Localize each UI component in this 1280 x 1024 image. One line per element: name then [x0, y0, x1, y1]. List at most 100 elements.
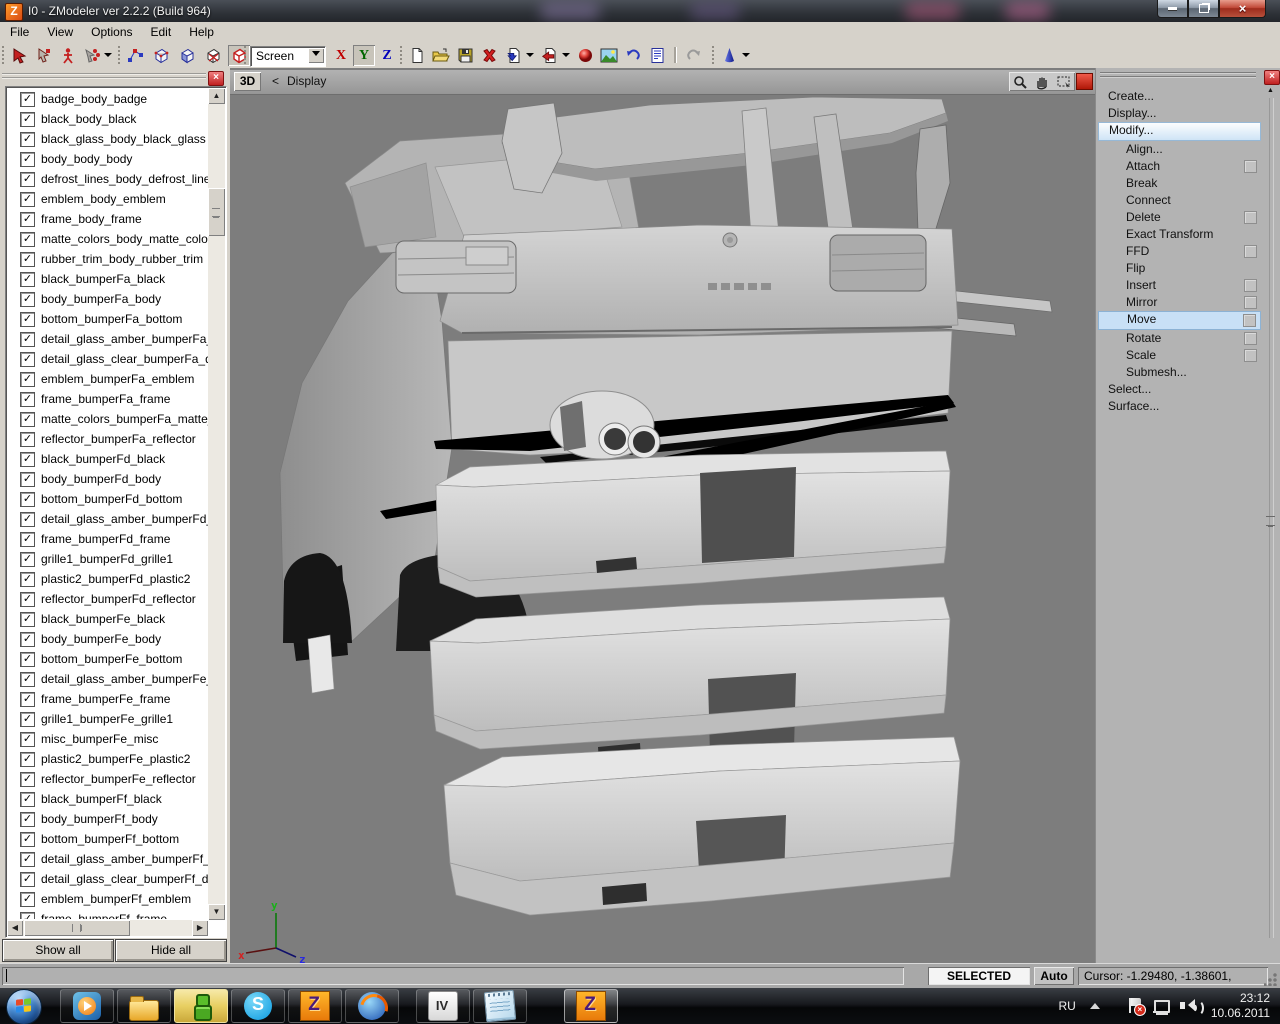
item-checkbox[interactable]: ✓ — [20, 192, 35, 207]
item-checkbox[interactable]: ✓ — [20, 612, 35, 627]
list-item[interactable]: ✓black_body_black — [8, 109, 208, 129]
view-mode-button[interactable]: 3D — [234, 72, 261, 91]
item-checkbox[interactable]: ✓ — [20, 832, 35, 847]
item-checkbox[interactable]: ✓ — [20, 632, 35, 647]
volume-icon[interactable] — [1180, 997, 1198, 1015]
item-checkbox[interactable]: ✓ — [20, 112, 35, 127]
panel-grip[interactable] — [1100, 72, 1256, 82]
restore-button[interactable] — [1188, 0, 1219, 18]
polygons-mode-icon[interactable] — [202, 45, 224, 66]
scroll-right-icon[interactable]: ▶ — [192, 920, 208, 936]
list-item[interactable]: ✓reflector_bumperFd_reflector — [8, 589, 208, 609]
hide-all-button[interactable]: Hide all — [115, 939, 227, 962]
list-item[interactable]: ✓frame_bumperFf_frame — [8, 909, 208, 919]
taskbar-button-skype[interactable] — [231, 989, 285, 1023]
screen-mode-select[interactable]: Screen — [250, 46, 326, 67]
axis-z-button[interactable]: Z — [376, 45, 398, 66]
select-dropdown-caret[interactable] — [104, 53, 112, 61]
list-item[interactable]: ✓bottom_bumperFd_bottom — [8, 489, 208, 509]
toolbar-grip[interactable] — [712, 46, 717, 64]
taskbar-button-zmodeler[interactable] — [288, 989, 342, 1023]
start-button[interactable] — [6, 989, 42, 1024]
list-item[interactable]: ✓body_bumperFa_body — [8, 289, 208, 309]
menu-item-checkbox[interactable] — [1244, 332, 1257, 345]
window-titlebar[interactable]: Z I0 - ZModeler ver 2.2.2 (Build 964) × — [0, 0, 1280, 22]
taskbar-button-firefox[interactable] — [345, 989, 399, 1023]
filter-cone-icon[interactable] — [718, 45, 740, 66]
menu-item-display[interactable]: Display... — [1098, 105, 1261, 122]
toolbar-grip[interactable] — [118, 46, 123, 64]
list-item[interactable]: ✓body_body_body — [8, 149, 208, 169]
taskbar-button-qip[interactable] — [174, 989, 228, 1023]
taskbar-button-irfanview[interactable] — [416, 989, 470, 1023]
list-item[interactable]: ✓body_bumperFf_body — [8, 809, 208, 829]
zoom-icon[interactable] — [1012, 74, 1028, 90]
menu-item-checkbox[interactable] — [1244, 211, 1257, 224]
select-bone-icon[interactable] — [80, 45, 102, 66]
item-checkbox[interactable]: ✓ — [20, 272, 35, 287]
toolbar-grip[interactable] — [400, 46, 405, 64]
item-checkbox[interactable]: ✓ — [20, 772, 35, 787]
item-checkbox[interactable]: ✓ — [20, 472, 35, 487]
list-item[interactable]: ✓grille1_bumperFe_grille1 — [8, 709, 208, 729]
list-item[interactable]: ✓bottom_bumperFf_bottom — [8, 829, 208, 849]
scroll-grip-icon[interactable] — [1266, 516, 1275, 526]
edges-mode-icon[interactable] — [150, 45, 172, 66]
list-item[interactable]: ✓detail_glass_amber_bumperFf_de — [8, 849, 208, 869]
list-item[interactable]: ✓badge_body_badge — [8, 89, 208, 109]
export-dropdown-caret[interactable] — [562, 53, 570, 61]
select-arrow-icon[interactable] — [8, 45, 30, 66]
scroll-down-icon[interactable]: ▼ — [208, 904, 225, 920]
taskbar-button-explorer[interactable] — [117, 989, 171, 1023]
commands-panel-scrollbar[interactable]: × ▲ — [1262, 68, 1280, 963]
axis-y-button[interactable]: Y — [353, 45, 375, 66]
view-back-arrow[interactable]: < — [272, 74, 279, 88]
show-all-button[interactable]: Show all — [2, 939, 114, 962]
menu-item-scale[interactable]: Scale — [1098, 347, 1261, 364]
item-checkbox[interactable]: ✓ — [20, 172, 35, 187]
open-file-icon[interactable] — [430, 45, 452, 66]
item-checkbox[interactable]: ✓ — [20, 852, 35, 867]
item-checkbox[interactable]: ✓ — [20, 672, 35, 687]
list-item[interactable]: ✓black_glass_body_black_glass — [8, 129, 208, 149]
item-checkbox[interactable]: ✓ — [20, 572, 35, 587]
menu-item-connect[interactable]: Connect — [1098, 192, 1261, 209]
item-checkbox[interactable]: ✓ — [20, 552, 35, 567]
select-add-icon[interactable] — [32, 45, 54, 66]
list-item[interactable]: ✓frame_bumperFe_frame — [8, 689, 208, 709]
new-file-icon[interactable] — [406, 45, 428, 66]
menu-item-checkbox[interactable] — [1244, 245, 1257, 258]
pan-hand-icon[interactable] — [1034, 74, 1050, 90]
menu-item-checkbox[interactable] — [1244, 349, 1257, 362]
list-item[interactable]: ✓grille1_bumperFd_grille1 — [8, 549, 208, 569]
menu-item-exact-transform[interactable]: Exact Transform — [1098, 226, 1261, 243]
item-checkbox[interactable]: ✓ — [20, 292, 35, 307]
hscrollbar-thumb[interactable] — [24, 920, 130, 936]
save-file-icon[interactable] — [454, 45, 476, 66]
3d-viewport-canvas[interactable]: x y z — [230, 95, 1095, 963]
menu-view[interactable]: View — [39, 23, 81, 41]
list-item[interactable]: ✓misc_bumperFe_misc — [8, 729, 208, 749]
item-checkbox[interactable]: ✓ — [20, 912, 35, 920]
menu-item-submesh[interactable]: Submesh... — [1098, 364, 1261, 381]
undo-icon[interactable] — [622, 45, 644, 66]
item-checkbox[interactable]: ✓ — [20, 652, 35, 667]
network-icon[interactable] — [1153, 997, 1171, 1015]
list-item[interactable]: ✓black_bumperFe_black — [8, 609, 208, 629]
close-button[interactable]: × — [1219, 0, 1266, 18]
material-sphere-icon[interactable] — [574, 45, 596, 66]
texture-icon[interactable] — [598, 45, 620, 66]
list-item[interactable]: ✓plastic2_bumperFd_plastic2 — [8, 569, 208, 589]
list-item[interactable]: ✓reflector_bumperFe_reflector — [8, 769, 208, 789]
menu-item-modify[interactable]: Modify... — [1098, 122, 1261, 141]
language-indicator[interactable]: RU — [1058, 999, 1075, 1013]
panel-grip[interactable] — [2, 73, 206, 85]
view-label[interactable]: Display — [287, 74, 326, 88]
list-horizontal-scrollbar[interactable]: ◀ ▶ — [7, 920, 208, 936]
scrollbar-thumb[interactable] — [208, 188, 225, 236]
list-item[interactable]: ✓reflector_bumperFa_reflector — [8, 429, 208, 449]
item-checkbox[interactable]: ✓ — [20, 252, 35, 267]
list-item[interactable]: ✓detail_glass_clear_bumperFa_det — [8, 349, 208, 369]
export-icon[interactable] — [538, 45, 560, 66]
list-item[interactable]: ✓bottom_bumperFa_bottom — [8, 309, 208, 329]
